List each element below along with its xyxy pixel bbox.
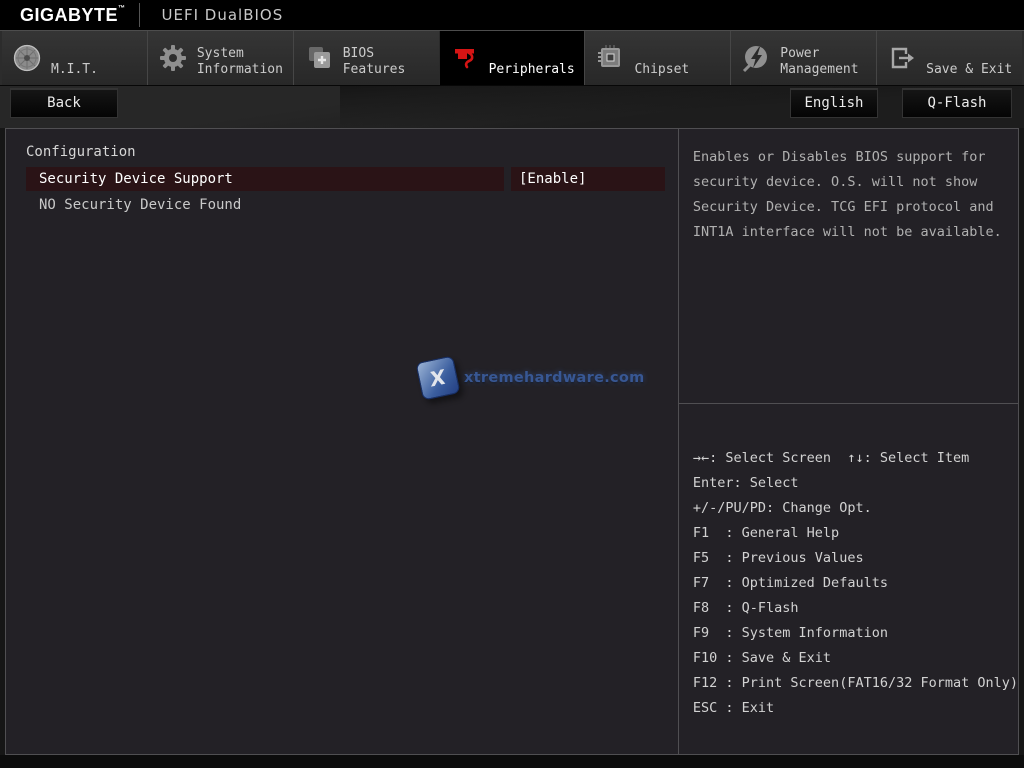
watermark-text: xtremehardware.com [464, 370, 645, 386]
shortcut-line: F8 : Q-Flash [693, 596, 1018, 621]
bios-screen: GIGABYTE™ UEFI DualBIOS M.I.T. SystemInfo… [0, 0, 1024, 768]
tab-label: SystemInformation [197, 36, 283, 80]
tab-label: Chipset [634, 36, 689, 80]
shortcut-line: F12 : Print Screen(FAT16/32 Format Only) [693, 671, 1018, 696]
device-note: NO Security Device Found [26, 197, 678, 213]
trademark-mark: ™ [118, 5, 126, 12]
language-button[interactable]: English [790, 88, 878, 118]
content-area: Configuration Security Device Support [E… [5, 128, 1019, 755]
bios-chip-icon [303, 42, 335, 74]
tab-chipset[interactable]: Chipset [584, 31, 730, 85]
watermark-x-icon: X [415, 355, 460, 400]
tab-save-exit[interactable]: Save & Exit [876, 31, 1022, 85]
help-text: Enables or Disables BIOS support for sec… [693, 145, 1014, 245]
shortcut-line: +/-/PU/PD: Change Opt. [693, 496, 1018, 521]
tab-label: Save & Exit [926, 36, 1012, 80]
qflash-button[interactable]: Q-Flash [902, 88, 1012, 118]
gigabyte-logo: GIGABYTE™ [20, 5, 126, 26]
section-title: Configuration [26, 144, 678, 165]
shortcut-line: F5 : Previous Values [693, 546, 1018, 571]
tab-label: M.I.T. [51, 36, 98, 80]
main-panel: Configuration Security Device Support [E… [6, 129, 679, 754]
header-bar: GIGABYTE™ UEFI DualBIOS [0, 0, 1024, 30]
toolbar-strip: Back English Q-Flash [0, 86, 1024, 128]
tab-power-management[interactable]: PowerManagement [730, 31, 876, 85]
power-bolt-icon [740, 42, 772, 74]
chipset-icon [594, 42, 626, 74]
tab-label: Peripherals [489, 36, 575, 80]
tab-label: BIOSFeatures [343, 36, 406, 80]
side-panels: Enables or Disables BIOS support for sec… [679, 129, 1018, 754]
tab-label: PowerManagement [780, 36, 858, 80]
setting-label[interactable]: Security Device Support [26, 167, 504, 191]
watermark: X xtremehardware.com [419, 359, 645, 397]
save-exit-icon [886, 42, 918, 74]
back-button[interactable]: Back [10, 88, 118, 118]
tab-mit[interactable]: M.I.T. [2, 31, 147, 85]
bios-title: UEFI DualBIOS [162, 6, 284, 24]
shortcut-line: Enter: Select [693, 471, 1018, 496]
shortcuts-panel: →←: Select Screen ↑↓: Select ItemEnter: … [679, 404, 1018, 754]
help-panel: Enables or Disables BIOS support for sec… [679, 129, 1018, 404]
setting-value[interactable]: [Enable] [511, 167, 665, 191]
gear-icon [157, 42, 189, 74]
peripherals-plug-icon [449, 42, 481, 74]
fan-icon [11, 42, 43, 74]
tab-peripherals[interactable]: Peripherals [439, 31, 585, 85]
bottom-strip [0, 755, 1024, 768]
shortcut-line: →←: Select Screen ↑↓: Select Item [693, 446, 1018, 471]
tab-bios-features[interactable]: BIOSFeatures [293, 31, 439, 85]
shortcut-line: F7 : Optimized Defaults [693, 571, 1018, 596]
tab-system-information[interactable]: SystemInformation [147, 31, 293, 85]
shortcut-line: F10 : Save & Exit [693, 646, 1018, 671]
shortcut-line: ESC : Exit [693, 696, 1018, 721]
header-divider [139, 3, 140, 27]
setting-row[interactable]: Security Device Support [Enable] [26, 167, 678, 191]
shortcut-line: F9 : System Information [693, 621, 1018, 646]
tab-bar: M.I.T. SystemInformation BIOSFeatures Perip… [0, 30, 1024, 86]
shortcut-line: F1 : General Help [693, 521, 1018, 546]
